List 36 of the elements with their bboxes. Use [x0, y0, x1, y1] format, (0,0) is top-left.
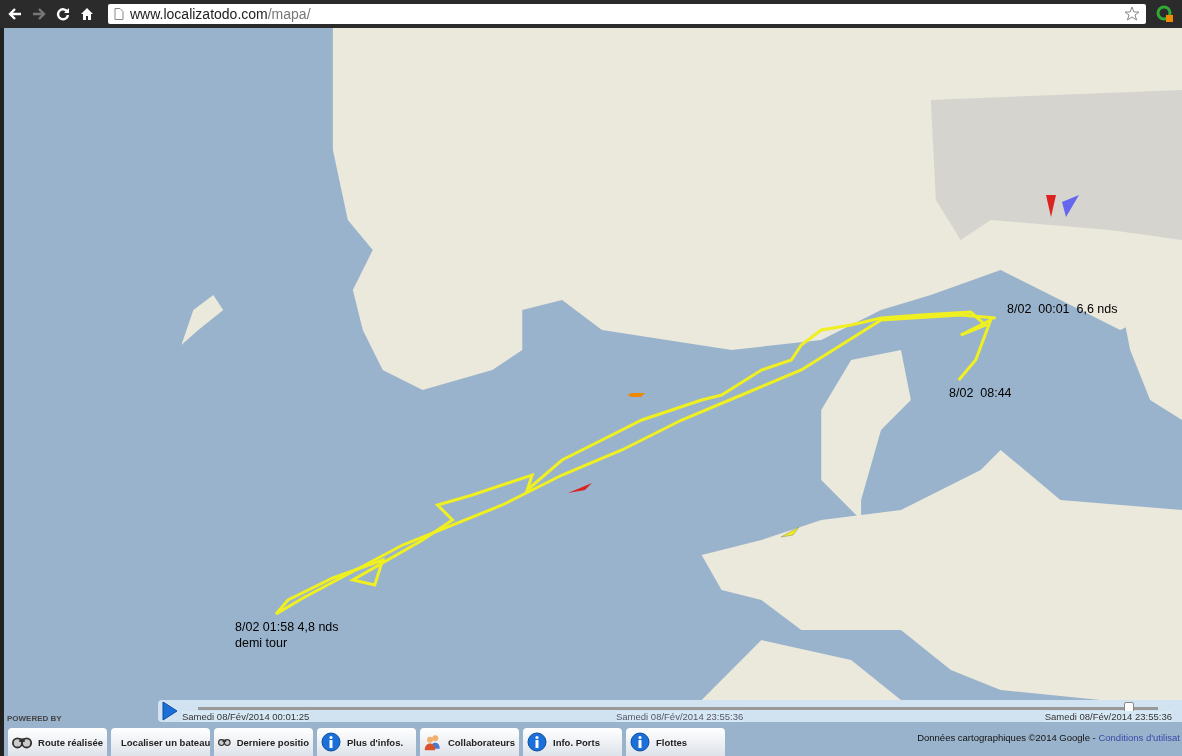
binoculars-icon: [12, 735, 33, 749]
toolbar-button[interactable]: Localiser un bateau: [111, 728, 210, 756]
track-annotation: 8/02 08:44: [949, 386, 1012, 402]
toolbar-button[interactable]: Info. Ports: [523, 728, 622, 756]
address-bar[interactable]: www.localizatodo.com/mapa/: [108, 4, 1146, 24]
map-attribution: Données cartographiques ©2014 Google - Conditions d'utilisat: [917, 732, 1180, 743]
forward-icon[interactable]: [32, 7, 46, 21]
terms-link[interactable]: Conditions d'utilisat: [1098, 732, 1180, 743]
end-time: Samedi 08/Fév/2014 23:55:36: [1044, 711, 1172, 722]
toolbar-button[interactable]: Plus d'infos.: [317, 728, 416, 756]
toolbar-button[interactable]: Flottes: [626, 728, 725, 756]
boat-icon: [1044, 194, 1058, 218]
boat-icon: [1060, 194, 1080, 218]
current-time: Samedi 08/Fév/2014 23:55:36: [616, 711, 744, 722]
extension-icon[interactable]: [1156, 5, 1174, 23]
track-annotation: 8/02 00:01 6,6 nds: [1007, 302, 1118, 318]
boat-icon: [626, 392, 646, 398]
reload-icon[interactable]: [56, 7, 70, 21]
toolbar-button[interactable]: Route réalisée: [8, 728, 107, 756]
boat-icon: [780, 526, 800, 538]
back-icon[interactable]: [8, 7, 22, 21]
url-host: www.localizatodo.com: [130, 6, 268, 22]
track-annotation: 8/02 01:58 4,8 nds demi tour: [235, 620, 339, 652]
start-time: Samedi 08/Fév/2014 00:01:25: [182, 711, 310, 722]
page-icon: [114, 8, 124, 20]
play-icon[interactable]: [162, 701, 178, 721]
info-icon: [321, 732, 341, 752]
url-path: /mapa/: [267, 6, 311, 22]
powered-by-label: POWERED BY: [7, 714, 62, 723]
toolbar-button[interactable]: Derniere positio: [214, 728, 313, 756]
info-icon: [630, 732, 650, 752]
info-icon: [527, 732, 547, 752]
toolbar-button[interactable]: Collaborateurs: [420, 728, 519, 756]
home-icon[interactable]: [80, 7, 94, 21]
bookmark-star-icon[interactable]: [1124, 6, 1140, 22]
boat-icon: [567, 482, 593, 494]
